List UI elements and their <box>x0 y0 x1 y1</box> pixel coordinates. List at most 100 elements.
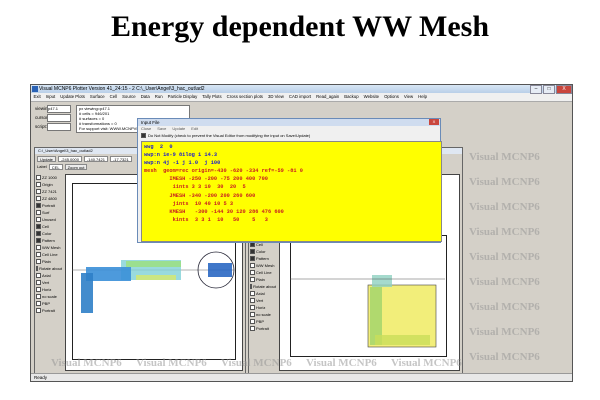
menu-item-3d-view[interactable]: 3D View <box>265 93 286 101</box>
side-option-checkbox[interactable] <box>36 280 41 285</box>
side-option[interactable]: Vert <box>36 279 62 286</box>
menu-item-exit[interactable]: Exit <box>31 93 43 101</box>
side-option-checkbox[interactable] <box>36 287 41 292</box>
do-not-modify-checkbox[interactable] <box>141 133 146 138</box>
origin-x-field[interactable]: -245.0000 <box>57 156 82 162</box>
menu-item-help[interactable]: Help <box>416 93 430 101</box>
side-option-checkbox[interactable] <box>36 266 39 271</box>
left-update-button[interactable]: Update <box>37 156 56 162</box>
menu-item-cross-section-plots[interactable]: Cross section plots <box>224 93 265 101</box>
side-option-checkbox[interactable] <box>250 298 255 303</box>
side-option[interactable]: Unused <box>36 216 62 223</box>
side-option-checkbox[interactable] <box>250 249 255 254</box>
menu-item-surface[interactable]: Surface <box>87 93 107 101</box>
menu-item-data[interactable]: Data <box>138 93 152 101</box>
side-option[interactable]: Vert <box>250 297 276 304</box>
side-option[interactable]: Plain <box>250 276 276 283</box>
side-option-checkbox[interactable] <box>36 231 41 236</box>
side-option[interactable]: Color <box>36 230 62 237</box>
side-option[interactable]: Axial <box>36 272 62 279</box>
side-option[interactable]: Pattern <box>250 255 276 262</box>
side-option[interactable]: ZZ 4800 <box>36 195 62 202</box>
side-option-checkbox[interactable] <box>250 263 255 268</box>
side-option-checkbox[interactable] <box>36 273 41 278</box>
menu-item-options[interactable]: Options <box>382 93 402 101</box>
side-option[interactable]: PBP <box>36 300 62 307</box>
side-option[interactable]: WW Mesh <box>36 244 62 251</box>
minimize-button[interactable]: – <box>530 85 542 94</box>
viewing-input[interactable]: p47.1 <box>47 105 71 113</box>
maximize-button[interactable]: □ <box>543 85 555 94</box>
side-option[interactable]: Pattern <box>36 237 62 244</box>
side-option-checkbox[interactable] <box>36 294 41 299</box>
side-option-checkbox[interactable] <box>250 291 255 296</box>
side-option[interactable]: Axial <box>250 290 276 297</box>
close-button[interactable]: X <box>556 85 572 94</box>
script-input[interactable] <box>47 123 71 131</box>
left-side-panel: ZZ 1000 Origin ZZ 7421 ZZ 4800 Portrait Surf U… <box>36 174 62 314</box>
input-file-close-button[interactable]: X <box>429 119 439 125</box>
menu-item-input[interactable]: Input <box>43 93 58 101</box>
side-option-checkbox[interactable] <box>36 182 41 187</box>
side-option[interactable]: Color <box>250 248 276 255</box>
side-option[interactable]: ZZ 1000 <box>36 174 62 181</box>
menu-item-update-plots[interactable]: Update Plots <box>58 93 88 101</box>
side-option-checkbox[interactable] <box>250 312 255 317</box>
side-option-checkbox[interactable] <box>36 189 41 194</box>
menu-item-view[interactable]: View <box>401 93 415 101</box>
side-option[interactable]: Horiz <box>250 304 276 311</box>
side-option-checkbox[interactable] <box>36 245 41 250</box>
side-option-checkbox[interactable] <box>36 196 41 201</box>
side-option[interactable]: Origin <box>36 181 62 188</box>
side-option-checkbox[interactable] <box>36 224 41 229</box>
menu-item-tally-plots[interactable]: Tally Plots <box>200 93 224 101</box>
side-option[interactable]: Plain <box>36 258 62 265</box>
zoom-out-button[interactable]: Zoom out <box>64 164 88 170</box>
side-option[interactable]: Portrait <box>36 202 62 209</box>
menu-item-backup[interactable]: Backup <box>342 93 361 101</box>
side-option[interactable]: Portrait <box>250 325 276 332</box>
side-option[interactable]: Rotate about <box>250 283 276 290</box>
menu-item-cad-import[interactable]: CAD import <box>286 93 313 101</box>
side-option-checkbox[interactable] <box>36 175 41 180</box>
side-option-checkbox[interactable] <box>250 270 255 275</box>
side-option[interactable]: ZZ 7421 <box>36 188 62 195</box>
menu-item-cell[interactable]: Cell <box>107 93 119 101</box>
menu-item-run[interactable]: Run <box>152 93 165 101</box>
menu-item-source[interactable]: Source <box>120 93 139 101</box>
label-select[interactable]: CEL <box>48 164 63 170</box>
side-option-checkbox[interactable] <box>250 319 255 324</box>
origin-z-field[interactable]: -17.7321 <box>109 156 132 162</box>
side-option-label: no scale <box>256 312 271 317</box>
side-option[interactable]: Rotate about <box>36 265 62 272</box>
side-option-checkbox[interactable] <box>36 301 41 306</box>
side-option-checkbox[interactable] <box>250 256 255 261</box>
side-option[interactable]: Cell Line <box>250 269 276 276</box>
side-option-checkbox[interactable] <box>36 259 41 264</box>
side-option[interactable]: Horiz <box>36 286 62 293</box>
side-option-checkbox[interactable] <box>36 252 41 257</box>
side-option[interactable]: no scale <box>36 293 62 300</box>
side-option[interactable]: no scale <box>250 311 276 318</box>
side-option-checkbox[interactable] <box>250 277 255 282</box>
origin-y-field[interactable]: -140.7421 <box>83 156 108 162</box>
side-option-checkbox[interactable] <box>250 284 253 289</box>
menu-item-website[interactable]: Website <box>361 93 381 101</box>
side-option-checkbox[interactable] <box>36 217 41 222</box>
side-option-checkbox[interactable] <box>250 326 255 331</box>
side-option-checkbox[interactable] <box>36 203 41 208</box>
menu-item-read-again[interactable]: Read_again <box>314 93 342 101</box>
side-option-checkbox[interactable] <box>250 305 255 310</box>
side-option-checkbox[interactable] <box>36 308 41 313</box>
side-option[interactable]: Cell Line <box>36 251 62 258</box>
side-option[interactable]: Surf <box>36 209 62 216</box>
side-option[interactable]: Cell <box>36 223 62 230</box>
side-option[interactable]: Portrait <box>36 307 62 314</box>
side-option[interactable]: WW Mesh <box>250 262 276 269</box>
side-option-checkbox[interactable] <box>36 238 41 243</box>
menu-item-particle-display[interactable]: Particle Display <box>165 93 200 101</box>
input-file-editor[interactable]: wwg 2 0 wwp:n 1e-9 8ilog 1 14.3 wwp:n 4j -… <box>141 141 442 242</box>
cursor-input[interactable] <box>47 114 71 122</box>
side-option[interactable]: PBP <box>250 318 276 325</box>
side-option-checkbox[interactable] <box>36 210 41 215</box>
